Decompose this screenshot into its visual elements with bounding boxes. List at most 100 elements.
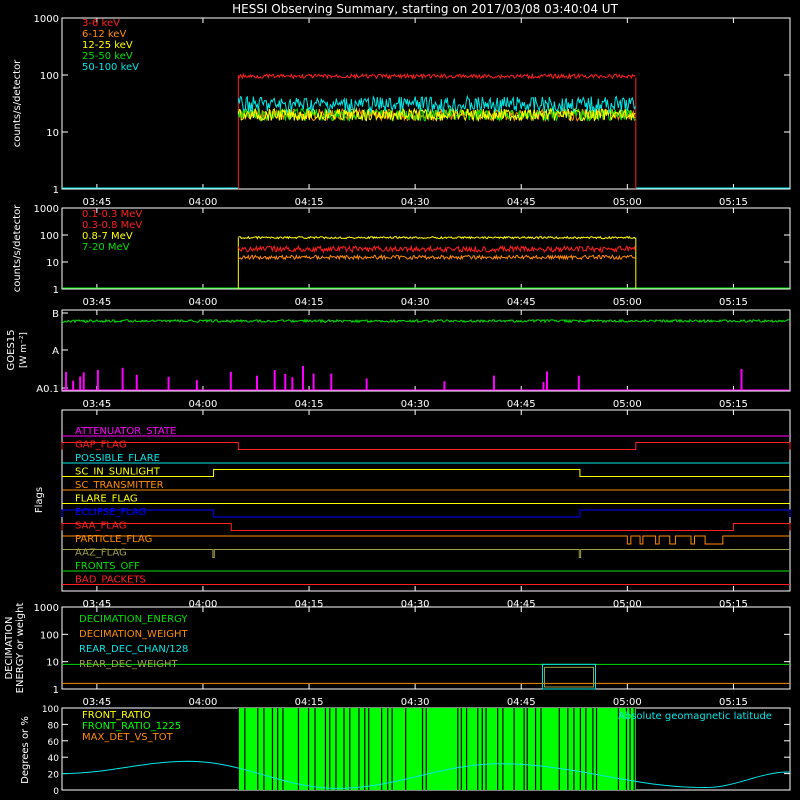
hessi-summary-plot: HESSI Observing Summary, starting on 201… [0, 0, 800, 800]
goes-spike [291, 377, 294, 390]
goes-panel-xtick-label: 03:45 [82, 399, 111, 410]
goes-spike [301, 365, 304, 390]
goes-panel-xtick-label: 04:15 [295, 399, 324, 410]
decimation-ytick-label: 1000 [34, 603, 59, 614]
goes-ylabel: GOES15 [6, 329, 17, 370]
goes-spike [577, 375, 580, 390]
hxr-ytick-label: 1000 [34, 14, 59, 25]
goes-panel-xtick-label: 05:15 [719, 399, 748, 410]
ratios-legend-2: MAX_DET_VS_TOT [82, 732, 174, 743]
hxr-legend-0: 3-6 keV [82, 18, 120, 29]
hxr-panel-xtick-label: 05:15 [719, 197, 748, 208]
hxr-panel-xtick-label: 03:45 [82, 197, 111, 208]
ratios-ylabel: Degrees or % [20, 716, 31, 784]
decimation-panel-xtick-label: 04:15 [295, 697, 324, 708]
hxr-legend-2: 12-25 keV [82, 40, 133, 51]
gamma-ytick-label: 1 [53, 285, 59, 296]
hxr-legend-1: 6-12 keV [82, 29, 126, 40]
gamma-panel-xtick-label: 03:45 [82, 297, 111, 308]
goes-spike [284, 373, 287, 390]
goes-spike [167, 376, 170, 390]
gamma-panel-xtick-label: 04:30 [401, 297, 430, 308]
flag-label-4: SC_TRANSMITTER [75, 480, 164, 491]
ratios-legend-0: FRONT_RATIO [82, 710, 151, 721]
hxr-legend-3: 25-50 keV [82, 51, 133, 62]
hxr-ytick-label: 1 [53, 185, 59, 196]
goes-spike [312, 373, 315, 390]
goes-spike [365, 378, 368, 390]
decimation-panel-xtick-label: 03:45 [82, 697, 111, 708]
goes-spike [256, 375, 259, 390]
goes-ytick-label: B [52, 309, 59, 320]
goes-spike [330, 373, 333, 390]
decimation-panel-xtick-label: 04:30 [401, 697, 430, 708]
gamma-legend-3: 7-20 MeV [82, 242, 130, 253]
gamma-panel-xtick-label: 05:00 [613, 297, 642, 308]
ratios-ytick-label: 0 [53, 787, 59, 797]
gamma-panel-xtick-label: 04:00 [189, 297, 218, 308]
decimation-legend-0: DECIMATION_ENERGY [79, 614, 188, 625]
goes-spike [121, 367, 124, 390]
goes-ytick-label: A [52, 346, 59, 357]
goes-panel-xtick-label: 04:00 [189, 399, 218, 410]
goes-spike [740, 369, 743, 390]
hxr-ylabel: counts/s/detector [12, 59, 23, 147]
goes-spike [542, 381, 545, 390]
goes-spike [229, 371, 232, 390]
flag-label-10: FRONTS_OFF [75, 561, 140, 572]
gamma-legend-2: 0.8-7 MeV [82, 231, 133, 242]
goes-panel-xtick-label: 04:30 [401, 399, 430, 410]
gamma-legend-1: 0.3-0.8 MeV [82, 220, 142, 231]
decimation-panel-xtick-label: 05:15 [719, 697, 748, 708]
goes-spike [443, 381, 446, 390]
hxr-legend-4: 50-100 keV [82, 62, 139, 73]
goes-spike [72, 380, 75, 390]
hxr-panel-xtick-label: 04:15 [295, 197, 324, 208]
gamma-panel-xtick-label: 04:45 [507, 297, 536, 308]
decimation-ytick-label: 10 [46, 658, 59, 669]
decimation-legend-1: DECIMATION_WEIGHT [79, 629, 188, 640]
flag-label-1: GAP_FLAG [75, 440, 127, 451]
goes-spike [195, 380, 198, 390]
goes-spike [273, 370, 276, 390]
flag-label-5: FLARE_FLAG [75, 494, 138, 505]
goes-ytick-label: A0.1 [36, 384, 59, 395]
ratios-ytick-label: 100 [42, 705, 59, 715]
flag-label-2: POSSIBLE_FLARE [75, 453, 160, 464]
gamma-legend-0: 0.1-0.3 MeV [82, 209, 142, 220]
gamma-ytick-label: 10 [46, 258, 59, 269]
flag-label-11: BAD_PACKETS [75, 575, 146, 586]
hxr-panel-xtick-label: 05:00 [613, 197, 642, 208]
gamma-ytick-label: 1000 [34, 204, 59, 215]
ratios-ytick-label: 60 [48, 738, 60, 748]
goes-yunit: [W m⁻²] [19, 332, 29, 368]
goes-spike [545, 371, 548, 390]
flag-label-3: SC_IN_SUNLIGHT [75, 467, 161, 478]
hxr-panel-xtick-label: 04:30 [401, 197, 430, 208]
goes-spike [82, 372, 85, 390]
goes-spike [65, 371, 68, 390]
decimation-ytick-label: 1 [53, 685, 59, 696]
flag-label-7: SAA_FLAG [75, 521, 126, 532]
goes-spike [492, 375, 495, 390]
decimation-ytick-label: 100 [40, 630, 59, 641]
gamma-ytick-label: 100 [40, 231, 59, 242]
goes-panel-xtick-label: 05:00 [613, 399, 642, 410]
ratios-ytick-label: 80 [48, 721, 60, 731]
decimation-panel-xtick-label: 05:00 [613, 697, 642, 708]
gamma-panel-xtick-label: 04:15 [295, 297, 324, 308]
decimation-ylabel-2: ENERGY or weight [15, 603, 26, 694]
goes-spike [96, 369, 99, 390]
ratios-ytick-label: 20 [48, 771, 60, 781]
flags-ylabel: Flags [34, 487, 45, 513]
goes-panel-xtick-label: 04:45 [507, 399, 536, 410]
plot-title: HESSI Observing Summary, starting on 201… [232, 2, 618, 16]
flag-label-6: ECLIPSE_FLAG [75, 507, 146, 518]
hxr-ytick-label: 100 [40, 71, 59, 82]
hxr-ytick-label: 10 [46, 128, 59, 139]
ratios-legend-1: FRONT_RATIO_1225 [82, 721, 181, 732]
goes-spike [79, 376, 82, 390]
decimation-ylabel-1: DECIMATION [4, 616, 15, 679]
decimation-legend-3: REAR_DEC_WEIGHT [79, 659, 178, 670]
decimation-legend-2: REAR_DEC_CHAN/128 [79, 644, 188, 655]
